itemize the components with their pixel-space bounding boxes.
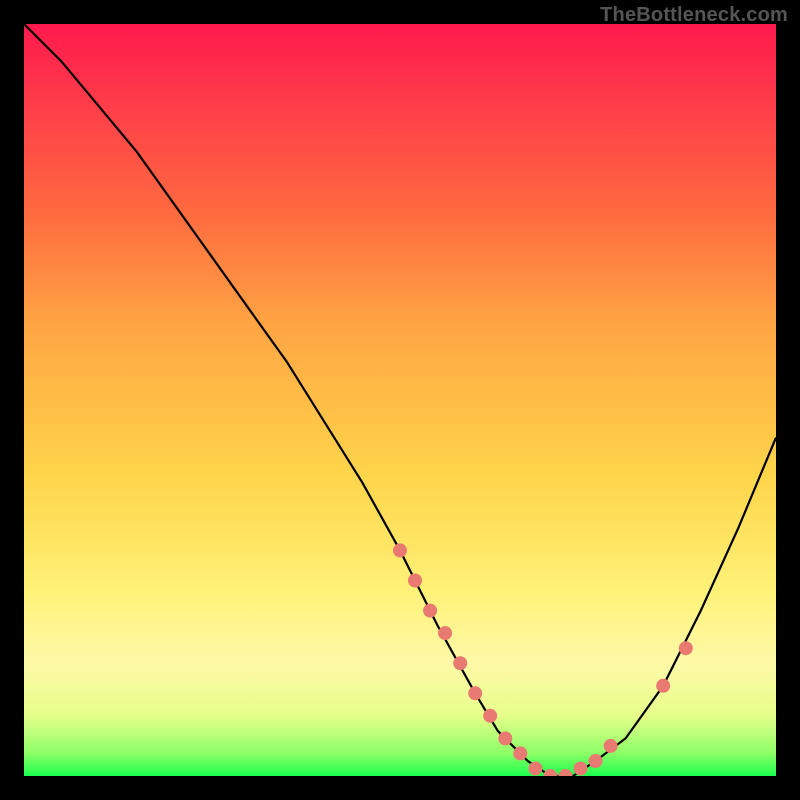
marker-point — [424, 604, 437, 617]
marker-point — [514, 747, 527, 760]
marker-group — [394, 544, 693, 776]
watermark-text: TheBottleneck.com — [600, 4, 788, 27]
marker-point — [604, 739, 617, 752]
marker-point — [574, 762, 587, 775]
marker-point — [409, 574, 422, 587]
marker-point — [394, 544, 407, 557]
marker-point — [484, 709, 497, 722]
marker-point — [679, 642, 692, 655]
bottleneck-curve — [24, 24, 776, 776]
plot-area — [24, 24, 776, 776]
marker-point — [559, 770, 572, 777]
marker-point — [469, 687, 482, 700]
marker-point — [529, 762, 542, 775]
marker-point — [439, 627, 452, 640]
chart-svg — [24, 24, 776, 776]
marker-point — [499, 732, 512, 745]
marker-point — [454, 657, 467, 670]
marker-point — [589, 755, 602, 768]
marker-point — [544, 770, 557, 777]
marker-point — [657, 679, 670, 692]
